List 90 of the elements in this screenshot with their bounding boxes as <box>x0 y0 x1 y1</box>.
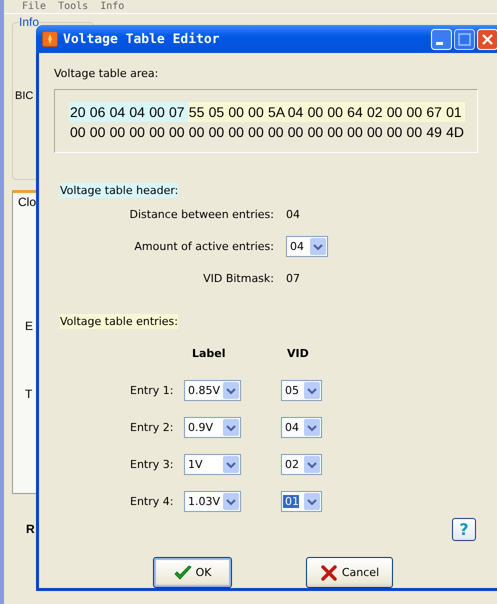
hex-byte: 4D <box>445 123 465 142</box>
hex-byte: 64 <box>346 102 366 122</box>
chevron-icon <box>223 382 239 399</box>
area-label: Voltage table area: <box>54 67 158 80</box>
checkmark-icon <box>174 564 192 580</box>
field-value: 07 <box>286 270 301 286</box>
dropdown[interactable]: 0.85V <box>184 380 241 401</box>
dropdown[interactable]: 01 <box>281 491 322 512</box>
hex-byte: 00 <box>208 123 226 142</box>
hex-byte: 00 <box>188 123 206 142</box>
window-title: Voltage Table Editor <box>63 32 221 46</box>
hex-byte: 00 <box>148 123 166 142</box>
hex-byte: 00 <box>406 123 424 142</box>
hex-byte: 00 <box>266 123 285 142</box>
chevron-icon <box>304 456 320 473</box>
hex-byte: 00 <box>227 102 248 122</box>
hex-byte: 00 <box>386 102 406 122</box>
hex-byte: 00 <box>247 123 265 142</box>
column-header: VID <box>286 347 309 360</box>
field-label: VID Bitmask: <box>202 270 274 286</box>
hex-byte: 00 <box>346 123 364 142</box>
section-label: Voltage table header: <box>60 183 178 198</box>
menu-item[interactable]: File <box>22 0 46 13</box>
chevron-icon <box>304 419 320 436</box>
chevron-icon <box>223 456 239 473</box>
hex-byte: 00 <box>148 102 168 122</box>
dropdown[interactable]: 04 <box>286 236 328 256</box>
hex-byte: 5A <box>266 102 287 122</box>
hex-byte: 04 <box>286 102 307 122</box>
entry-label: Entry 4: <box>129 495 174 508</box>
field-label: T <box>25 387 32 401</box>
hex-byte: 67 <box>425 102 446 122</box>
hex-byte: 00 <box>326 102 346 122</box>
dropdown[interactable]: 02 <box>281 454 322 475</box>
app-icon <box>42 31 58 47</box>
chevron-icon <box>304 382 320 399</box>
chevron-icon <box>223 493 239 510</box>
section-label: Voltage table entries: <box>60 314 178 329</box>
column-header: Label <box>191 347 226 360</box>
menu-item[interactable]: Info <box>100 0 124 13</box>
dropdown[interactable]: 05 <box>281 380 322 401</box>
hex-byte: 05 <box>208 102 228 122</box>
dropdown[interactable]: 1.03V <box>184 491 241 512</box>
hex-byte: 06 <box>88 102 109 122</box>
hex-byte: 00 <box>168 123 186 142</box>
bios-label: BIC <box>15 90 34 102</box>
minimize-button[interactable] <box>431 28 452 50</box>
field-value: 04 <box>286 206 301 222</box>
hex-byte: 00 <box>286 123 304 142</box>
hex-byte: 00 <box>306 123 324 142</box>
field-label: Distance between entries: <box>128 206 274 222</box>
menu-item[interactable]: Tools <box>58 0 88 13</box>
chevron-icon <box>223 419 239 436</box>
field-label: E <box>25 319 34 333</box>
chevron-icon <box>310 238 326 254</box>
dropdown[interactable]: 1V <box>184 454 241 475</box>
hex-byte: 07 <box>168 102 188 122</box>
hex-byte: 55 <box>188 102 208 122</box>
hex-byte: 04 <box>108 102 128 122</box>
dropdown[interactable]: 04 <box>281 417 322 438</box>
field-label: Amount of active entries: <box>133 238 274 254</box>
hex-byte: 00 <box>326 123 344 142</box>
hex-byte: 00 <box>406 102 426 122</box>
hex-byte: 00 <box>128 123 146 142</box>
hex-byte: 00 <box>247 102 267 122</box>
hex-byte: 00 <box>227 123 245 142</box>
dropdown[interactable]: 0.9V <box>184 417 241 438</box>
hex-byte: 00 <box>386 123 404 142</box>
hex-byte: 00 <box>88 123 106 142</box>
hex-byte: 02 <box>366 102 386 122</box>
ok-button[interactable]: OK <box>153 557 232 588</box>
hex-byte: 00 <box>306 102 326 122</box>
hex-byte: 20 <box>69 102 89 122</box>
hex-byte: 01 <box>445 102 465 122</box>
cancel-button[interactable]: Cancel <box>306 557 393 588</box>
entry-label: Entry 2: <box>129 421 174 434</box>
maximize-button[interactable] <box>454 28 475 50</box>
chevron-icon <box>304 493 320 510</box>
cross-icon <box>320 564 338 580</box>
close-button[interactable] <box>477 28 497 50</box>
tab-label[interactable]: Clo <box>18 195 36 209</box>
hex-byte: 00 <box>108 123 126 142</box>
group-label: Info <box>19 15 40 29</box>
entry-label: Entry 1: <box>129 384 174 397</box>
entry-label: Entry 3: <box>129 458 174 471</box>
section-label: R <box>26 522 35 536</box>
hex-byte: 00 <box>366 123 384 142</box>
hex-byte: 00 <box>69 123 87 142</box>
hex-byte: 49 <box>425 123 443 142</box>
hex-byte: 04 <box>128 102 148 122</box>
